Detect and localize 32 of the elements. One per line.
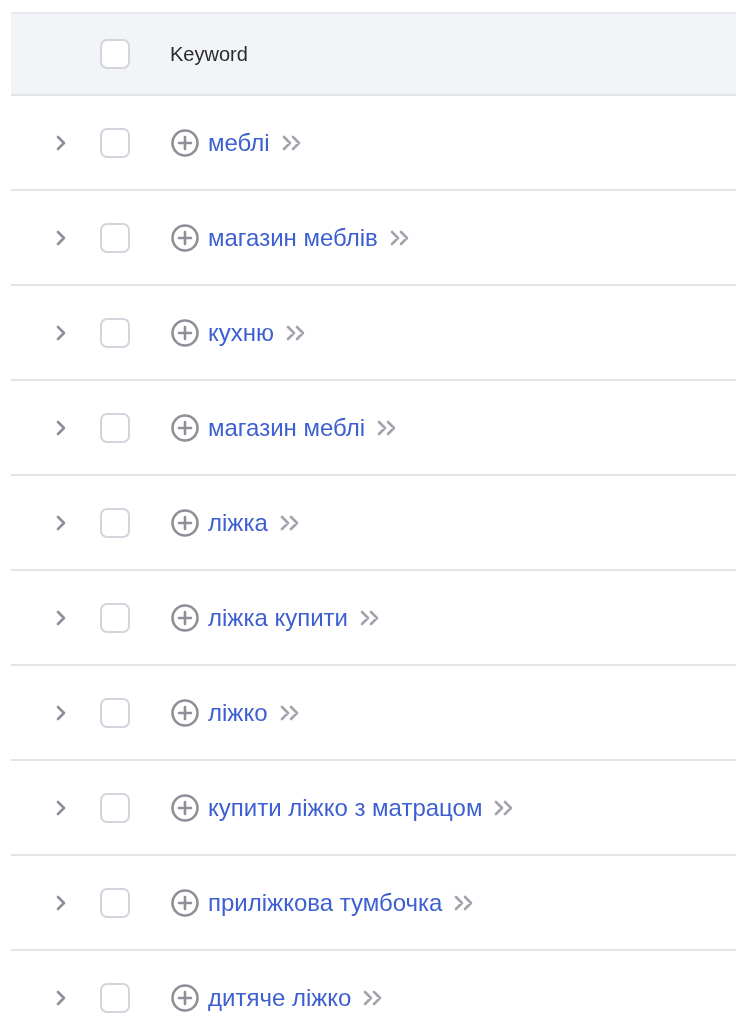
keyword-link[interactable]: кухню <box>208 318 275 347</box>
add-icon[interactable] <box>170 602 200 633</box>
checkbox[interactable] <box>100 792 130 823</box>
add-icon[interactable] <box>170 222 200 253</box>
column-header: Keyword <box>170 42 248 66</box>
keyword-link[interactable]: магазин меблів <box>208 223 378 252</box>
checkbox[interactable] <box>100 697 130 728</box>
keyword-link[interactable]: ліжка <box>208 508 268 537</box>
checkbox[interactable] <box>100 602 130 633</box>
checkbox[interactable] <box>100 982 130 1013</box>
keyword-link[interactable]: меблі <box>208 128 270 157</box>
checkbox[interactable] <box>100 127 130 158</box>
add-icon[interactable] <box>170 792 200 823</box>
checkbox[interactable] <box>100 39 130 69</box>
keyword-link[interactable]: купити ліжко з матрацом <box>208 793 483 822</box>
add-icon[interactable] <box>170 412 200 443</box>
keyword-link[interactable]: магазин меблі <box>208 413 366 442</box>
add-icon[interactable] <box>170 317 200 348</box>
keyword-link[interactable]: приліжкова тумбочка <box>208 888 443 917</box>
checkbox[interactable] <box>100 222 130 253</box>
keyword-link[interactable]: ліжко <box>208 698 268 727</box>
add-icon[interactable] <box>170 507 200 538</box>
add-icon[interactable] <box>170 127 200 158</box>
checkbox[interactable] <box>100 887 130 918</box>
add-icon[interactable] <box>170 697 200 728</box>
checkbox[interactable] <box>100 412 130 443</box>
add-icon[interactable] <box>170 887 200 918</box>
keyword-link[interactable]: ліжка купити <box>208 603 348 632</box>
add-icon[interactable] <box>170 982 200 1013</box>
checkbox[interactable] <box>100 317 130 348</box>
keyword-link[interactable]: дитяче ліжко <box>208 983 352 1012</box>
checkbox[interactable] <box>100 507 130 538</box>
